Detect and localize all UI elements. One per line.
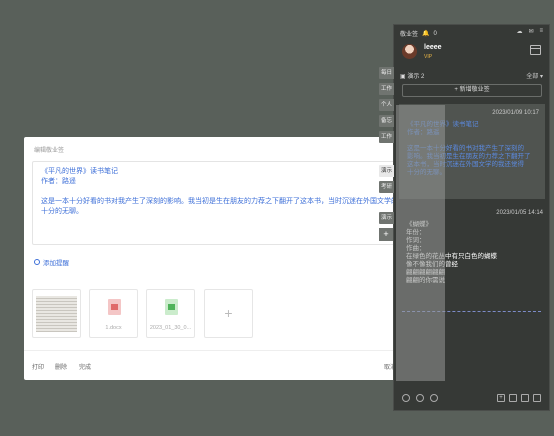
app-name: 敬业签 <box>400 32 419 38</box>
calendar-icon[interactable] <box>530 45 541 55</box>
done-button[interactable]: 完成 <box>79 362 91 371</box>
layout-icon[interactable] <box>533 394 541 402</box>
add-reminder-link[interactable]: 添加提醒 <box>34 257 69 267</box>
cloud-icon[interactable]: ☁ <box>516 28 522 35</box>
new-note-button[interactable]: + 新增敬业签 <box>402 84 542 97</box>
delete-button[interactable]: 删除 <box>55 362 67 371</box>
note-author-line: 作者：路遥 <box>41 178 76 185</box>
plus-icon: + <box>224 305 233 321</box>
tab-4[interactable]: 备忘 <box>379 115 394 127</box>
tab-3[interactable]: 个人 <box>379 99 394 111</box>
panel-footer: + <box>402 394 541 404</box>
bell-icon[interactable]: 🔔 <box>422 30 429 37</box>
image-thumbnail <box>36 296 77 332</box>
mail-icon[interactable]: ✉ <box>528 28 533 35</box>
group-count: 2 <box>421 74 425 80</box>
group-icon: ▣ <box>400 74 406 80</box>
search-icon[interactable] <box>430 394 438 402</box>
grid-icon[interactable] <box>509 394 517 402</box>
attachment-image-thumbnail[interactable] <box>32 289 81 338</box>
add-icon[interactable]: + <box>497 394 505 402</box>
note-title-line: 《平凡的世界》读书笔记 <box>41 168 118 175</box>
add-tab-button[interactable]: + <box>379 228 393 241</box>
group-name[interactable]: 演示 <box>407 74 419 80</box>
drag-overlay <box>396 105 445 381</box>
tab-2[interactable]: 工作 <box>379 83 394 95</box>
clock-icon <box>34 259 40 265</box>
docx-file-icon <box>108 299 121 315</box>
attachment-docx[interactable]: 1.docx <box>89 289 138 338</box>
avatar[interactable] <box>402 44 417 59</box>
clock-icon[interactable] <box>402 394 410 402</box>
attachment-name: 1.docx <box>105 325 122 331</box>
tab-1[interactable]: 每日 <box>379 67 394 79</box>
note-date: 2023/01/05 14:14 <box>496 210 543 216</box>
add-reminder-label: 添加提醒 <box>43 260 69 267</box>
note-body-text: 这是一本十分好看的书对我产生了深刻的影响。我当初是生在朋友的力荐之下翻开了这本书… <box>41 198 426 215</box>
image-file-icon <box>165 299 178 315</box>
group-row: ▣ 演示 2 全部 ▾ <box>400 71 543 80</box>
vip-badge: VIP <box>424 54 433 60</box>
user-name: leeee <box>424 44 442 51</box>
print-button[interactable]: 打印 <box>32 362 44 371</box>
menu-icon[interactable]: ≡ <box>539 28 543 35</box>
filter-label: 全部 <box>526 74 539 80</box>
panel-header: 敬业签 🔔 0 <box>400 29 437 39</box>
add-attachment-button[interactable]: + <box>204 289 253 338</box>
dialog-title: 编辑敬业签 <box>34 148 65 154</box>
share-icon[interactable] <box>521 394 529 402</box>
tab-8[interactable]: 演示 <box>379 212 394 224</box>
note-editor[interactable]: 《平凡的世界》读书笔记 作者：路遥 这是一本十分好看的书对我产生了深刻的影响。我… <box>32 161 436 245</box>
attachment-png[interactable]: 2023_01_30_0... <box>146 289 195 338</box>
filter-dropdown[interactable]: 全部 ▾ <box>526 71 543 80</box>
tab-5[interactable]: 工作 <box>379 131 394 143</box>
tab-active[interactable]: 演示 <box>379 165 394 177</box>
bell-count: 0 <box>433 30 437 37</box>
dialog-footer: 打印 删除 完成 取消 <box>24 350 444 380</box>
archive-icon[interactable] <box>416 394 424 402</box>
window-controls: ☁ ✉ ≡ <box>516 28 543 35</box>
attachment-name: 2023_01_30_0... <box>149 325 192 331</box>
note-date: 2023/01/09 10:17 <box>492 110 539 116</box>
tab-7[interactable]: 考研 <box>379 181 394 193</box>
